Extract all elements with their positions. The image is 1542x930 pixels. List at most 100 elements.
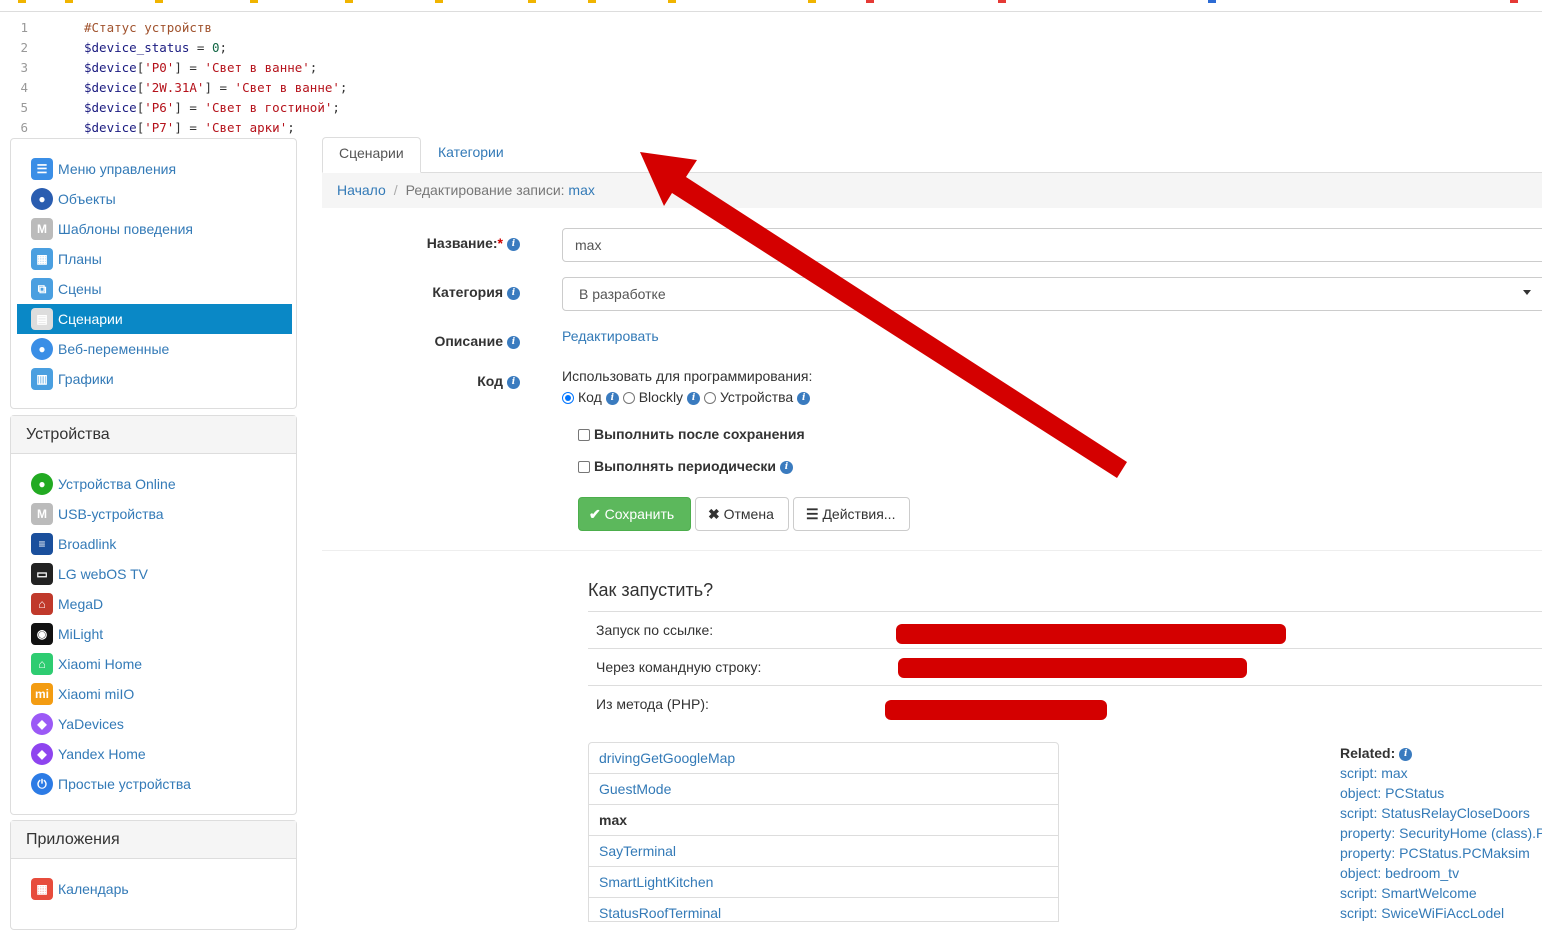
code-editor[interactable]: 1 #Статус устройств 2 $device_status = 0; 3 $… [0, 14, 1542, 138]
sidebar-item-yandex-home[interactable]: ◆ Yandex Home [17, 739, 292, 769]
related-link[interactable]: property: PCStatus.PCMaksim [1340, 843, 1542, 863]
info-icon[interactable]: i [507, 375, 520, 389]
sidebar-item-scene[interactable]: ⧉ Сцены [17, 274, 292, 304]
name-input[interactable]: max [562, 228, 1542, 262]
info-icon[interactable]: i [507, 237, 520, 251]
info-icon[interactable]: i [780, 460, 793, 474]
radio-icon[interactable] [622, 392, 635, 405]
code-text: $device['P0'] = 'Свет в ванне'; [84, 60, 318, 75]
checkbox-icon[interactable] [578, 429, 590, 442]
mode-devices-radio[interactable]: Устройства [703, 389, 793, 405]
how-to-run-title: Как запустить? [588, 580, 714, 600]
info-icon[interactable]: i [507, 286, 520, 300]
sidebar-item-label: Объекты [58, 191, 116, 207]
line-number: 4 [20, 80, 28, 95]
name-label: Название:* i [320, 235, 520, 251]
related-link[interactable]: script: StatusRelayCloseDoors [1340, 803, 1542, 823]
list-item[interactable]: drivingGetGoogleMap [589, 743, 1058, 774]
code-text: $device['P7'] = 'Свет арки'; [84, 120, 295, 135]
sidebar-item-online[interactable]: ● Устройства Online [17, 469, 292, 499]
code-label: Код i [320, 373, 520, 389]
sidebar-item-milight[interactable]: ◉ MiLight [17, 619, 292, 649]
related-link[interactable]: property: SecurityHome (class).P [1340, 823, 1542, 843]
sidebar-item-label: Broadlink [58, 536, 117, 552]
category-label: Категория i [320, 284, 520, 300]
edit-description-link[interactable]: Редактировать [562, 328, 659, 344]
info-icon[interactable]: i [797, 391, 811, 405]
divider [322, 550, 1542, 551]
sidebar-item-template[interactable]: M Шаблоны поведения [17, 214, 292, 244]
yandex-home-icon: ◆ [31, 743, 53, 765]
sidebar-item-chart[interactable]: ▥ Графики [17, 364, 292, 394]
tab-scripts[interactable]: Сценарии [322, 137, 421, 173]
sidebar-item-lg-tv[interactable]: ▭ LG webOS TV [17, 559, 292, 589]
sidebar-item-web-globe[interactable]: ● Веб-переменные [17, 334, 292, 364]
sidebar-item-xiaomi-home[interactable]: ⌂ Xiaomi Home [17, 649, 292, 679]
apps-panel-title: Приложения [11, 821, 296, 859]
sidebar-item-broadlink[interactable]: ≡ Broadlink [17, 529, 292, 559]
xiaomi-mi-icon: mi [31, 683, 53, 705]
related-link[interactable]: script: SmartWelcome [1340, 883, 1542, 903]
script-icon: ▤ [31, 308, 53, 330]
line-number: 1 [20, 20, 28, 35]
sidebar-item-label: Календарь [58, 881, 129, 897]
list-item[interactable]: GuestMode [589, 774, 1058, 805]
list-item[interactable]: SmartLightKitchen [589, 867, 1058, 898]
code-text: $device['2W.31A'] = 'Свет в ванне'; [84, 80, 348, 95]
related-link[interactable]: script: SwiceWiFiAccLodel [1340, 903, 1542, 923]
line-number: 3 [20, 60, 28, 75]
sidebar-item-xiaomi-mi[interactable]: mi Xiaomi miIO [17, 679, 292, 709]
sidebar-item-alice[interactable]: ◆ YaDevices [17, 709, 292, 739]
actions-button[interactable]: ☰ Действия... [793, 497, 910, 531]
breadcrumb-record-name: max [568, 182, 595, 198]
list-item[interactable]: SayTerminal [589, 836, 1058, 867]
milight-icon: ◉ [31, 623, 53, 645]
sidebar-item-home[interactable]: ⌂ MegaD [17, 589, 292, 619]
sidebar-item-label: Сценарии [58, 311, 123, 327]
breadcrumb: Начало / Редактирование записи: max [322, 173, 1542, 208]
sidebar-item-power[interactable]: ⏻ Простые устройства [17, 769, 292, 799]
cancel-button[interactable]: ✖ Отмена [695, 497, 789, 531]
sidebar-item-label: Меню управления [58, 161, 177, 177]
sidebar-item-plan[interactable]: ▦ Планы [17, 244, 292, 274]
save-button[interactable]: ✔ Сохранить [578, 497, 691, 531]
related-link[interactable]: object: bedroom_tv [1340, 863, 1542, 883]
mode-options: Код i Blockly i Устройства i [562, 389, 811, 405]
chart-icon: ▥ [31, 368, 53, 390]
breadcrumb-home[interactable]: Начало [337, 182, 386, 198]
category-select[interactable]: В разработке [562, 277, 1542, 311]
info-icon[interactable]: i [507, 335, 520, 349]
line-number: 6 [20, 120, 28, 135]
template-icon: M [31, 218, 53, 240]
sidebar-item-calendar[interactable]: ▦ Календарь [17, 874, 292, 904]
run-after-save-checkbox[interactable]: Выполнить после сохранения [578, 426, 805, 442]
xiaomi-home-icon: ⌂ [31, 653, 53, 675]
sidebar-item-script[interactable]: ▤ Сценарии [17, 304, 292, 334]
info-icon[interactable]: i [1399, 747, 1413, 761]
mode-code-radio[interactable]: Код [562, 389, 602, 405]
list-item[interactable]: StatusRoofTerminal [589, 898, 1058, 921]
info-icon[interactable]: i [687, 391, 701, 405]
radio-icon[interactable] [562, 392, 574, 405]
radio-icon[interactable] [703, 392, 716, 405]
tab-categories[interactable]: Категории [422, 137, 520, 173]
redaction-mark [898, 658, 1247, 678]
related-link[interactable]: object: PCStatus [1340, 783, 1542, 803]
related-panel: Related: i script: max object: PCStatus scr… [1340, 743, 1542, 923]
sidebar-item-globe[interactable]: ● Объекты [17, 184, 292, 214]
close-icon: ✖ [708, 506, 720, 522]
run-periodic-checkbox[interactable]: Выполнять периодически i [578, 458, 793, 474]
sidebar-item-menu[interactable]: ☰ Меню управления [17, 154, 292, 184]
broadlink-icon: ≡ [31, 533, 53, 555]
info-icon[interactable]: i [605, 391, 619, 405]
sidebar-item-label: Xiaomi miIO [58, 686, 135, 702]
list-icon: ☰ [806, 506, 819, 522]
power-icon: ⏻ [31, 773, 53, 795]
alice-icon: ◆ [31, 713, 53, 735]
checkbox-icon[interactable] [578, 461, 590, 474]
mode-blockly-radio[interactable]: Blockly [622, 389, 683, 405]
sidebar-item-label: LG webOS TV [58, 566, 149, 582]
sidebar-item-usb[interactable]: M USB-устройства [17, 499, 292, 529]
sidebar-devices-panel: Устройства ● Устройства Online M USB-устрой… [10, 415, 297, 815]
related-link[interactable]: script: max [1340, 763, 1542, 783]
